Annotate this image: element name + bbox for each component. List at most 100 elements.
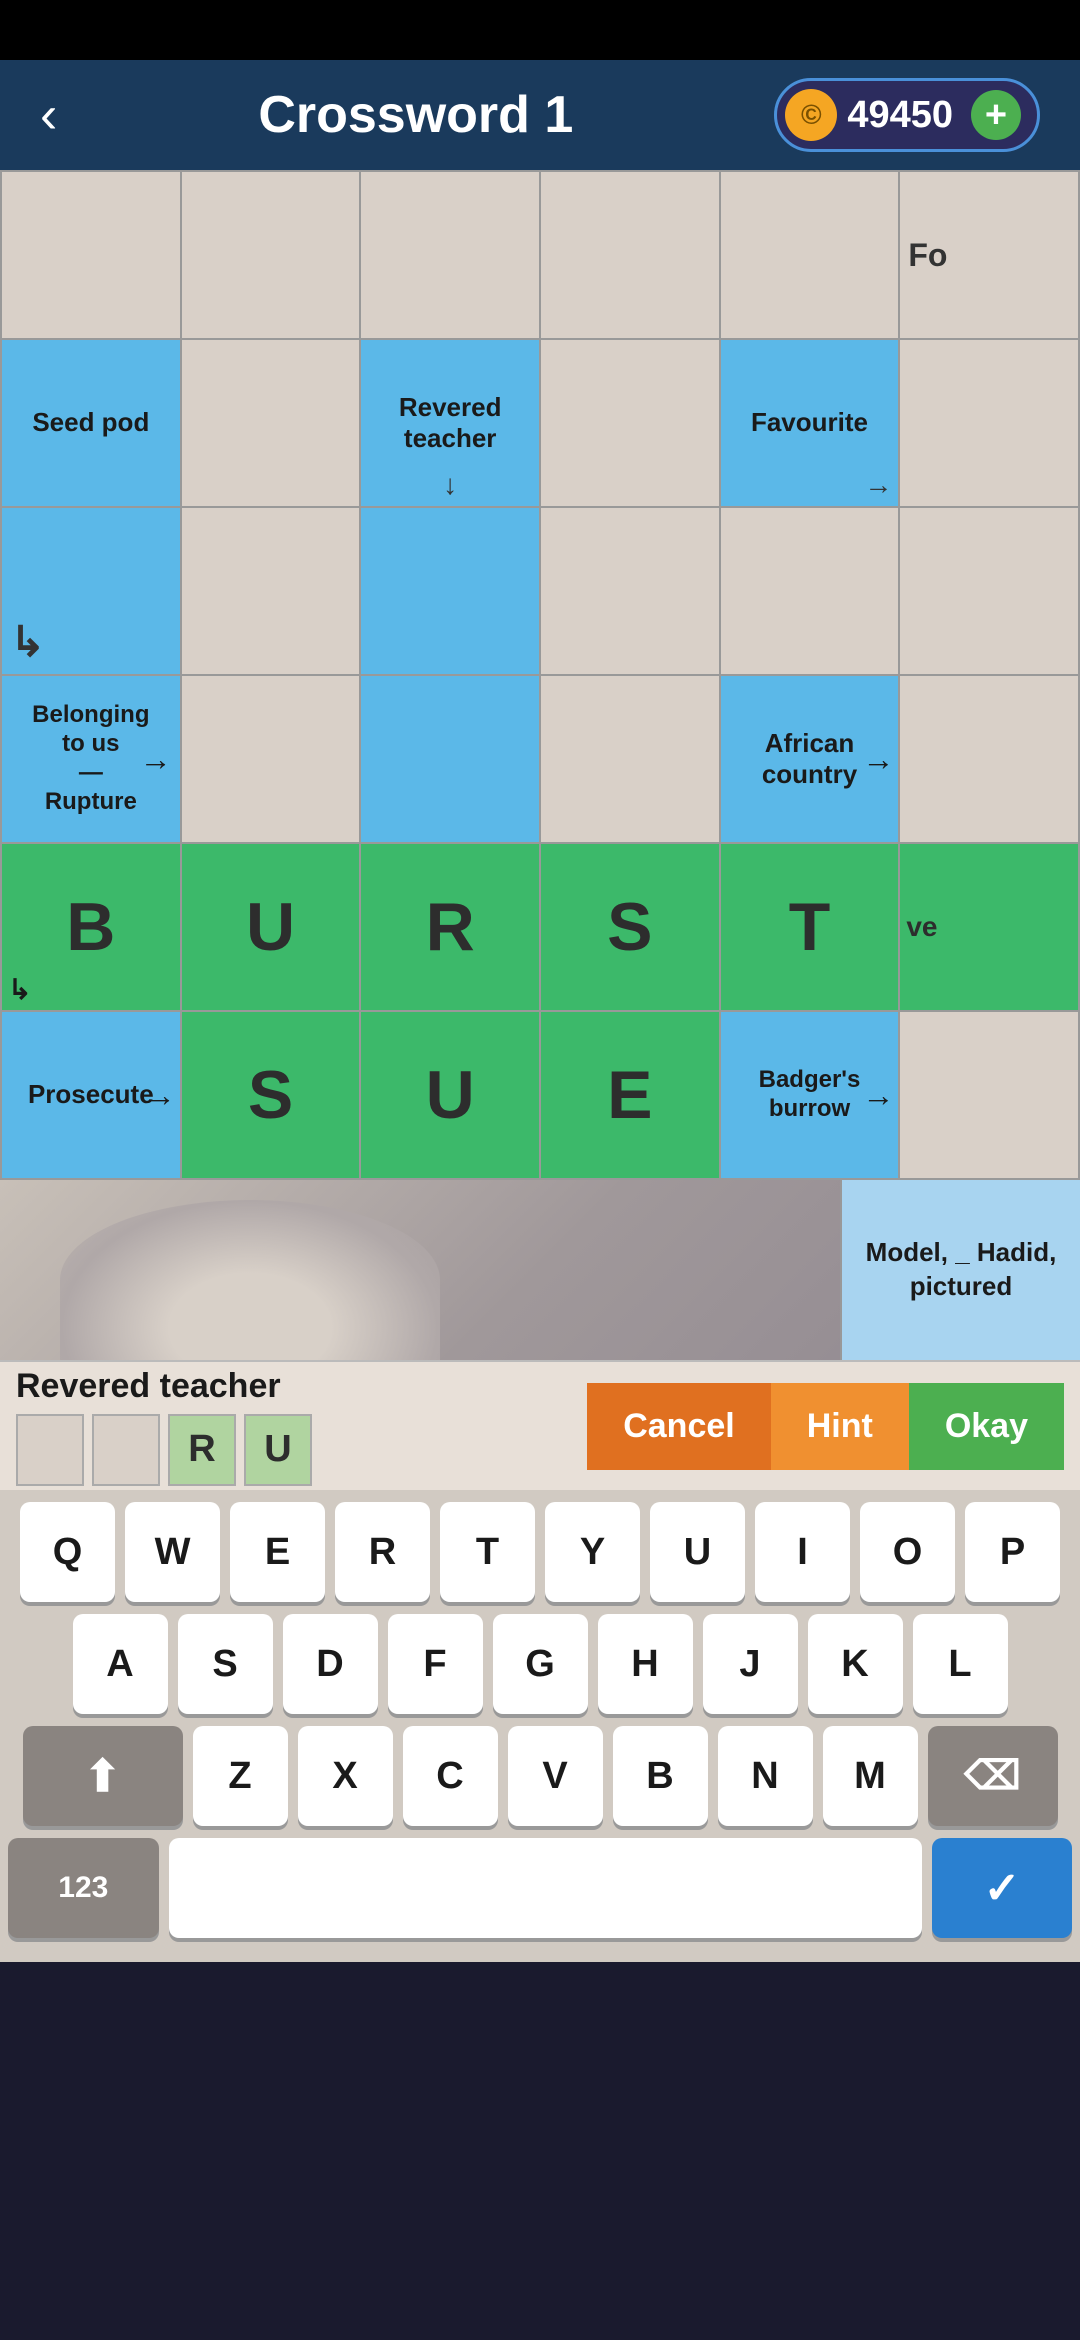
cell-4-2[interactable]: R xyxy=(361,844,541,1012)
clue-model: Model, _ Hadid, pictured xyxy=(854,1236,1068,1304)
key-q[interactable]: Q xyxy=(20,1502,115,1602)
key-n[interactable]: N xyxy=(718,1726,813,1826)
clue-input-bar: Revered teacher R U Cancel Hint Okay xyxy=(0,1360,1080,1490)
keyboard: Q W E R T Y U I O P A S D F G H J K L ⬆ … xyxy=(0,1490,1080,1962)
cell-1-2[interactable]: Revered teacher xyxy=(361,340,541,508)
cell-2-4[interactable] xyxy=(721,508,901,676)
cell-3-1[interactable] xyxy=(182,676,362,844)
answer-box-4[interactable]: U xyxy=(244,1414,312,1486)
key-o[interactable]: O xyxy=(860,1502,955,1602)
cell-5-0[interactable]: Prosecute → xyxy=(2,1012,182,1180)
key-i[interactable]: I xyxy=(755,1502,850,1602)
shift-key[interactable]: ⬆ xyxy=(23,1726,183,1826)
keyboard-row-1: Q W E R T Y U I O P xyxy=(8,1502,1072,1602)
coins-badge: © 49450 + xyxy=(774,78,1040,152)
cell-2-5[interactable] xyxy=(900,508,1080,676)
key-c[interactable]: C xyxy=(403,1726,498,1826)
cell-2-2[interactable] xyxy=(361,508,541,676)
cell-3-0[interactable]: Belongingto us—Rupture → xyxy=(2,676,182,844)
add-coins-button[interactable]: + xyxy=(971,90,1021,140)
clue-belonging: Belongingto us—Rupture xyxy=(32,701,149,816)
key-t[interactable]: T xyxy=(440,1502,535,1602)
cell-5-1[interactable]: S xyxy=(182,1012,362,1180)
clue-favourite: Favourite xyxy=(751,407,868,438)
key-l[interactable]: L xyxy=(913,1614,1008,1714)
cell-5-4[interactable]: Badger'sburrow → xyxy=(721,1012,901,1180)
status-bar xyxy=(0,0,1080,60)
key-f[interactable]: F xyxy=(388,1614,483,1714)
key-e[interactable]: E xyxy=(230,1502,325,1602)
answer-box-1[interactable] xyxy=(16,1414,84,1486)
cell-5-5[interactable] xyxy=(900,1012,1080,1180)
cell-3-2[interactable] xyxy=(361,676,541,844)
crossword-grid: Fo Seed pod Revered teacher Favourite ↳ … xyxy=(0,170,1080,1180)
key-z[interactable]: Z xyxy=(193,1726,288,1826)
cell-3-3[interactable] xyxy=(541,676,721,844)
key-g[interactable]: G xyxy=(493,1614,588,1714)
clue-revered-teacher-top: Revered teacher xyxy=(369,392,531,454)
key-p[interactable]: P xyxy=(965,1502,1060,1602)
cell-3-4[interactable]: Africancountry → xyxy=(721,676,901,844)
enter-key[interactable]: ✓ xyxy=(932,1838,1072,1938)
cell-1-1[interactable] xyxy=(182,340,362,508)
clue-prosecute: Prosecute xyxy=(28,1079,154,1110)
page-title: Crossword 1 xyxy=(258,85,573,145)
keyboard-row-3: ⬆ Z X C V B N M ⌫ xyxy=(8,1726,1072,1826)
cell-0-0[interactable] xyxy=(2,172,182,340)
key-s[interactable]: S xyxy=(178,1614,273,1714)
cell-2-0[interactable]: ↳ xyxy=(2,508,182,676)
cell-0-2[interactable] xyxy=(361,172,541,340)
numbers-key[interactable]: 123 xyxy=(8,1838,159,1938)
cell-4-0[interactable]: B ↳ xyxy=(2,844,182,1012)
key-k[interactable]: K xyxy=(808,1614,903,1714)
key-r[interactable]: R xyxy=(335,1502,430,1602)
cell-1-0[interactable]: Seed pod xyxy=(2,340,182,508)
cell-1-3[interactable] xyxy=(541,340,721,508)
key-u[interactable]: U xyxy=(650,1502,745,1602)
cell-1-4[interactable]: Favourite xyxy=(721,340,901,508)
clue-african-country: Africancountry xyxy=(762,728,857,790)
key-b[interactable]: B xyxy=(613,1726,708,1826)
cell-2-3[interactable] xyxy=(541,508,721,676)
cell-1-5[interactable] xyxy=(900,340,1080,508)
cell-3-5[interactable] xyxy=(900,676,1080,844)
cell-5-3[interactable]: E xyxy=(541,1012,721,1180)
cell-0-5[interactable]: Fo xyxy=(900,172,1080,340)
app-header: ‹ Crossword 1 © 49450 + xyxy=(0,60,1080,170)
clue-badger: Badger'sburrow xyxy=(759,1066,861,1124)
key-w[interactable]: W xyxy=(125,1502,220,1602)
cell-0-3[interactable] xyxy=(541,172,721,340)
key-m[interactable]: M xyxy=(823,1726,918,1826)
key-h[interactable]: H xyxy=(598,1614,693,1714)
key-y[interactable]: Y xyxy=(545,1502,640,1602)
key-d[interactable]: D xyxy=(283,1614,378,1714)
active-clue-text: Revered teacher xyxy=(16,1367,571,1406)
key-a[interactable]: A xyxy=(73,1614,168,1714)
cell-4-5[interactable]: ve xyxy=(900,844,1080,1012)
key-j[interactable]: J xyxy=(703,1614,798,1714)
keyboard-row-2: A S D F G H J K L xyxy=(8,1614,1072,1714)
back-button[interactable]: ‹ xyxy=(40,85,57,145)
cell-4-3[interactable]: S xyxy=(541,844,721,1012)
cell-4-4[interactable]: T xyxy=(721,844,901,1012)
coin-amount: 49450 xyxy=(847,94,953,137)
cell-4-1[interactable]: U xyxy=(182,844,362,1012)
space-key[interactable] xyxy=(169,1838,922,1938)
answer-boxes: R U xyxy=(16,1414,571,1486)
coin-icon: © xyxy=(785,89,837,141)
cell-0-4[interactable] xyxy=(721,172,901,340)
key-x[interactable]: X xyxy=(298,1726,393,1826)
okay-button[interactable]: Okay xyxy=(909,1383,1064,1470)
backspace-key[interactable]: ⌫ xyxy=(928,1726,1058,1826)
key-v[interactable]: V xyxy=(508,1726,603,1826)
cell-5-2[interactable]: U xyxy=(361,1012,541,1180)
hint-button[interactable]: Hint xyxy=(771,1383,909,1470)
cell-0-1[interactable] xyxy=(182,172,362,340)
cancel-button[interactable]: Cancel xyxy=(587,1383,771,1470)
answer-box-3[interactable]: R xyxy=(168,1414,236,1486)
keyboard-row-4: 123 ✓ xyxy=(8,1838,1072,1938)
cell-2-1[interactable] xyxy=(182,508,362,676)
answer-box-2[interactable] xyxy=(92,1414,160,1486)
image-area: Model, _ Hadid, pictured xyxy=(0,1180,1080,1360)
clue-seed-pod: Seed pod xyxy=(32,407,149,438)
